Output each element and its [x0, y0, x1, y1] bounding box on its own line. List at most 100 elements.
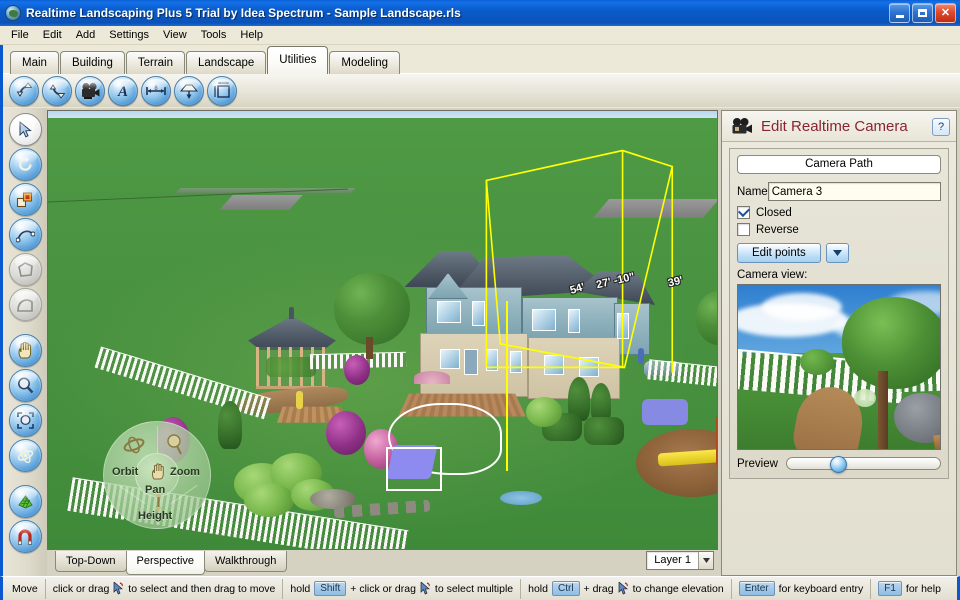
- 3d-viewport[interactable]: 54' 27' -10" 39' Orbit Zoom Pan Height: [47, 110, 718, 550]
- tab-building[interactable]: Building: [59, 51, 125, 74]
- window-2: [472, 301, 485, 326]
- nav-label-orbit[interactable]: Orbit: [112, 466, 138, 478]
- movie-camera-icon: [732, 118, 752, 134]
- key-f1: F1: [878, 581, 902, 596]
- ribbon-area: Main Building Terrain Landscape Utilitie…: [0, 45, 960, 108]
- layer-selector[interactable]: Layer 1: [646, 551, 714, 570]
- preview-slider[interactable]: [785, 456, 941, 473]
- edit-points-dropdown-button[interactable]: [825, 243, 849, 263]
- key-enter: Enter: [738, 581, 775, 596]
- reverse-checkbox[interactable]: [737, 223, 750, 236]
- front-door: [464, 349, 478, 375]
- key-ctrl: Ctrl: [551, 581, 580, 596]
- name-label: Name: [737, 185, 768, 198]
- closed-label: Closed: [756, 206, 792, 219]
- driveway-left: [219, 195, 303, 210]
- shrub-front-house: [526, 397, 562, 427]
- status-hint-keyboard: Enter for keyboard entry: [732, 578, 872, 599]
- area-dimension-icon[interactable]: [207, 75, 237, 106]
- linear-dimension-icon[interactable]: 8: [141, 75, 171, 106]
- grid-icon[interactable]: [8, 485, 42, 518]
- pan-hand-icon[interactable]: [8, 334, 42, 367]
- hint-mid-2: + click or drag: [350, 582, 416, 595]
- closed-checkbox[interactable]: [737, 206, 750, 219]
- person-driveway: [638, 348, 644, 364]
- edit-curve-icon[interactable]: [8, 218, 42, 251]
- navigation-wheel[interactable]: Orbit Zoom Pan Height: [103, 421, 211, 529]
- zoom-to-fit-icon[interactable]: [8, 404, 42, 437]
- preview-shrub: [800, 349, 834, 375]
- application-window: Realtime Landscaping Plus 5 Trial by Ide…: [0, 0, 960, 600]
- chevron-down-icon: [832, 250, 842, 256]
- hint-post-2: to select multiple: [434, 582, 514, 595]
- text-tool-icon[interactable]: A: [108, 75, 138, 106]
- rotate-icon[interactable]: [8, 148, 42, 181]
- ribbon-tabs: Main Building Terrain Landscape Utilitie…: [3, 45, 960, 74]
- help-button[interactable]: ?: [932, 117, 950, 136]
- tab-main[interactable]: Main: [10, 51, 59, 74]
- window-9: [579, 357, 599, 377]
- gazebo-finial: [289, 307, 294, 319]
- menu-help[interactable]: Help: [233, 27, 270, 43]
- flowerbed-purple-3: [344, 355, 370, 385]
- view-tab-perspective[interactable]: Perspective: [125, 551, 206, 575]
- minimize-button[interactable]: [889, 3, 910, 23]
- closed-checkbox-row[interactable]: Closed: [737, 206, 941, 219]
- tab-utilities[interactable]: Utilities: [267, 46, 329, 74]
- panel-title: Edit Realtime Camera: [761, 118, 908, 135]
- menu-add[interactable]: Add: [69, 27, 103, 43]
- orbit-icon[interactable]: [8, 439, 42, 472]
- window-title: Realtime Landscaping Plus 5 Trial by Ide…: [26, 6, 461, 20]
- slope-grade-icon[interactable]: [174, 75, 204, 106]
- playground-tower: [716, 417, 717, 465]
- curve-up-arrow-icon[interactable]: [9, 75, 39, 106]
- tab-modeling[interactable]: Modeling: [329, 51, 401, 74]
- window-10: [617, 313, 629, 339]
- menu-edit[interactable]: Edit: [36, 27, 69, 43]
- svg-text:A: A: [117, 84, 128, 100]
- magnifier-zoom-icon[interactable]: [8, 369, 42, 402]
- menu-bar: File Edit Add Settings View Tools Help: [0, 26, 960, 45]
- edit-points-button[interactable]: Edit points: [737, 243, 821, 263]
- select-arrow-icon[interactable]: [8, 113, 42, 146]
- preview-cloud-2: [762, 293, 842, 321]
- reverse-checkbox-row[interactable]: Reverse: [737, 223, 941, 236]
- camera-view-label: Camera view:: [737, 269, 808, 281]
- menu-tools[interactable]: Tools: [194, 27, 234, 43]
- window-3: [532, 309, 556, 331]
- magnet-snap-icon[interactable]: [8, 520, 42, 553]
- arc-shape-icon: [8, 288, 42, 321]
- menu-file[interactable]: File: [4, 27, 36, 43]
- status-hint-elevation: hold Ctrl + drag to change elevation: [521, 578, 732, 599]
- main-area: 54' 27' -10" 39' Orbit Zoom Pan Height T…: [0, 108, 960, 576]
- window-7: [510, 351, 522, 373]
- curve-down-arrow-icon[interactable]: [42, 75, 72, 106]
- window-6: [486, 349, 498, 371]
- nav-label-height[interactable]: Height: [138, 510, 172, 522]
- zoom-glyph-icon: [167, 434, 182, 455]
- chevron-down-icon[interactable]: [698, 552, 713, 569]
- gazebo-interior-plants: [266, 357, 316, 377]
- tab-terrain[interactable]: Terrain: [125, 51, 186, 74]
- menu-settings[interactable]: Settings: [102, 27, 156, 43]
- preview-slider-handle[interactable]: [829, 456, 847, 473]
- camera-name-input[interactable]: [767, 182, 941, 201]
- nav-label-pan[interactable]: Pan: [145, 484, 165, 496]
- menu-view[interactable]: View: [156, 27, 194, 43]
- view-tab-walkthrough[interactable]: Walkthrough: [204, 551, 288, 572]
- camera-view-preview[interactable]: [737, 284, 941, 450]
- status-bar: Move click or drag to select and then dr…: [0, 576, 960, 600]
- copy-icon[interactable]: [8, 183, 42, 216]
- movie-camera-icon[interactable]: [75, 75, 105, 106]
- status-hint-multiselect: hold Shift + click or drag to select mul…: [283, 578, 522, 599]
- conifer-3: [218, 401, 242, 449]
- selected-playset: [642, 399, 688, 425]
- view-tab-top-down[interactable]: Top-Down: [55, 551, 127, 572]
- tab-landscape[interactable]: Landscape: [186, 51, 267, 74]
- key-shift: Shift: [314, 581, 347, 596]
- window-5: [440, 349, 460, 369]
- close-button[interactable]: ✕: [935, 3, 956, 23]
- nav-label-zoom[interactable]: Zoom: [170, 466, 200, 478]
- selection-rectangle[interactable]: [386, 447, 442, 491]
- maximize-button[interactable]: [912, 3, 933, 23]
